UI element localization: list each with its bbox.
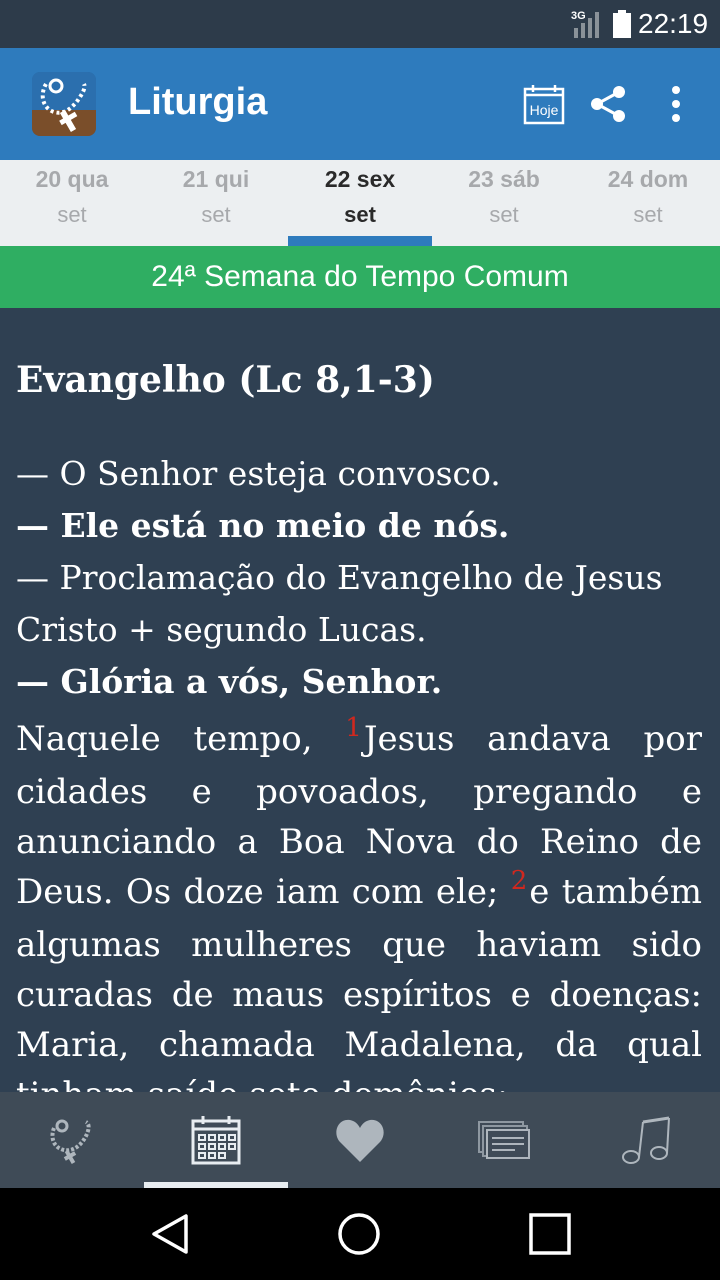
- tab-day-23[interactable]: 23 sáb set: [432, 160, 576, 246]
- tab-day-label: 23 sáb: [468, 166, 540, 192]
- dialogue-line: — Proclamação do Evangelho de Jesus Cris…: [16, 558, 663, 649]
- verse-number: 1: [345, 713, 362, 743]
- tab-month-label: set: [201, 202, 231, 227]
- more-vert-icon: [672, 86, 680, 122]
- home-circle-icon: [338, 1213, 380, 1255]
- tab-day-20[interactable]: 20 qua set: [0, 160, 144, 246]
- app-logo: [32, 72, 96, 136]
- heart-icon: [336, 1119, 384, 1162]
- selected-tab-indicator: [288, 236, 432, 246]
- news-icon: [478, 1121, 530, 1159]
- nav-calendar[interactable]: [144, 1092, 288, 1188]
- today-label: Hoje: [530, 102, 559, 118]
- tab-month-label: set: [57, 202, 87, 227]
- liturgical-week-banner: 24ª Semana do Tempo Comum: [0, 246, 720, 308]
- nav-music[interactable]: [576, 1092, 720, 1188]
- recents-button[interactable]: [522, 1206, 578, 1262]
- nav-rosary[interactable]: [0, 1092, 144, 1188]
- clock: 22:19: [638, 8, 709, 39]
- rosary-icon: [50, 1119, 91, 1165]
- tab-day-label: 22 sex: [324, 166, 396, 192]
- recents-square-icon: [529, 1213, 571, 1255]
- gospel-text: Naquele tempo, 1Jesus andava por cidades…: [16, 713, 702, 1092]
- system-navigation-bar: [0, 1188, 720, 1280]
- tab-month-label: set: [633, 202, 663, 227]
- app-title: Liturgia: [128, 81, 268, 123]
- share-icon: [591, 86, 625, 122]
- tab-day-24[interactable]: 24 dom set: [576, 160, 720, 246]
- nav-news[interactable]: [432, 1092, 576, 1188]
- status-bar: 3G 22:19: [0, 0, 720, 48]
- signal-icon: [574, 12, 599, 38]
- tab-month-label: set: [344, 202, 376, 227]
- dialogue-response: — Ele está no meio de nós.: [16, 506, 510, 545]
- nav-favorites[interactable]: [288, 1092, 432, 1188]
- dialogue-line: — O Senhor esteja convosco.: [16, 454, 501, 493]
- back-triangle-icon: [152, 1214, 188, 1254]
- tab-day-label: 21 qui: [182, 166, 250, 192]
- reading-title: Evangelho (Lc 8,1-3): [16, 359, 435, 401]
- music-note-icon: [622, 1116, 670, 1164]
- verse-number: 2: [510, 866, 528, 896]
- bottom-navigation: [0, 1092, 720, 1188]
- tab-day-22[interactable]: 22 sex set: [288, 160, 432, 246]
- gospel-intro: Naquele tempo,: [16, 719, 346, 759]
- tab-day-21[interactable]: 21 qui set: [144, 160, 288, 246]
- home-button[interactable]: [331, 1206, 387, 1262]
- back-button[interactable]: [142, 1206, 198, 1262]
- share-button[interactable]: [580, 76, 636, 132]
- calendar-icon: [191, 1116, 241, 1165]
- app-bar: Liturgia Hoje: [0, 48, 720, 160]
- calendar-today-icon: Hoje: [523, 85, 565, 125]
- today-button[interactable]: Hoje: [516, 76, 572, 132]
- dialogue-response: — Glória a vós, Senhor.: [16, 662, 443, 701]
- tab-day-label: 24 dom: [607, 166, 689, 192]
- reading-content[interactable]: Evangelho (Lc 8,1-3) — O Senhor esteja c…: [0, 308, 720, 1092]
- tab-month-label: set: [489, 202, 519, 227]
- date-tabs: 20 qua set 21 qui set 22 sex set 23 sáb …: [0, 160, 720, 246]
- battery-icon: [613, 10, 631, 38]
- tab-day-label: 20 qua: [35, 166, 109, 192]
- overflow-menu-button[interactable]: [648, 76, 704, 132]
